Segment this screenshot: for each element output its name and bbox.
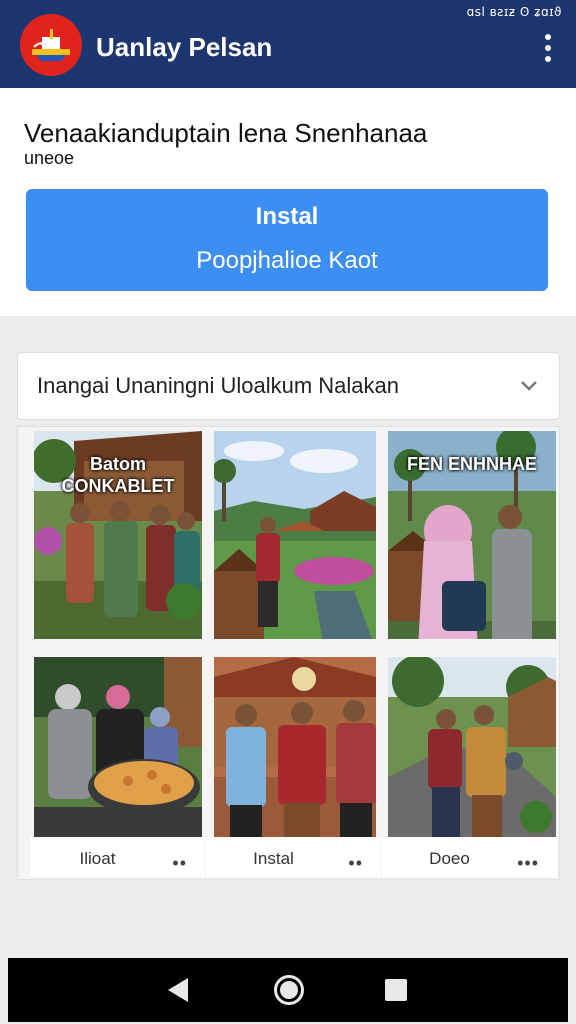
gallery-footer-label[interactable]: Doeo — [382, 849, 517, 869]
dropdown-selected-value: Inangai Unaningni Uloalkum Nalakan — [37, 373, 400, 398]
home-icon[interactable] — [274, 975, 304, 1005]
gallery-photo-3[interactable]: FEN ENHNHAE — [388, 431, 556, 639]
gallery-footer-label[interactable]: Ilioat — [30, 849, 165, 869]
status-bar-text: ɑsl ʙƨɪƶ ʘ ʑɑɪϑ — [466, 5, 562, 19]
photo-three-men-at-village — [214, 657, 376, 837]
back-icon[interactable] — [168, 978, 188, 1002]
app-title: Uanlay Pelsan — [96, 32, 273, 62]
recent-apps-icon[interactable] — [385, 979, 407, 1001]
system-nav-bar — [8, 958, 568, 1022]
gallery-photo-5[interactable] — [214, 657, 382, 865]
install-button-sublabel: Poopjhalioe Kaot — [196, 247, 378, 274]
gallery-footer-3: Doeo ••• — [382, 837, 557, 877]
photo-man-in-garden — [214, 431, 376, 639]
page-subline: uneoe — [24, 148, 75, 168]
photo-two-men-on-path — [388, 657, 556, 837]
photo-group-with-food-pan — [34, 657, 202, 837]
header-card: Venaakianduptain lena Snenhanaa uneoe In… — [0, 88, 576, 316]
more-options-icon[interactable]: •• — [348, 853, 363, 874]
gallery-footer-2: Instal •• — [206, 837, 381, 877]
app-logo[interactable] — [20, 14, 82, 76]
gallery-footer-label[interactable]: Instal — [206, 849, 341, 869]
page-headline: Venaakianduptain lena Snenhanaa — [24, 118, 428, 148]
gallery-photo-1[interactable]: Batom CONKABLET — [34, 431, 202, 639]
photo-gallery: Batom CONKABLET FEN ENHNHAE Ilioat •• In… — [17, 426, 560, 880]
gallery-photo-6[interactable] — [388, 657, 556, 865]
more-options-icon[interactable]: •• — [172, 853, 187, 874]
gallery-photo-2[interactable] — [214, 431, 382, 639]
overflow-menu-icon[interactable] — [538, 34, 558, 62]
ship-emblem-icon — [32, 29, 70, 61]
gallery-photo-4[interactable] — [34, 657, 202, 865]
chevron-down-icon — [521, 381, 537, 391]
photo-overlay-text: Batom CONKABLET — [61, 454, 175, 496]
install-button-label: Instal — [255, 203, 319, 230]
app-bar: ɑsl ʙƨɪƶ ʘ ʑɑɪϑ Uanlay Pelsan — [0, 0, 576, 88]
category-dropdown[interactable]: Inangai Unaningni Uloalkum Nalakan — [17, 352, 560, 420]
gallery-footer-1: Ilioat •• — [30, 837, 205, 877]
install-button[interactable]: Instal Poopjhalioe Kaot — [26, 189, 548, 291]
photo-overlay-text: FEN ENHNHAE — [406, 454, 537, 474]
more-options-icon[interactable]: ••• — [517, 853, 539, 874]
